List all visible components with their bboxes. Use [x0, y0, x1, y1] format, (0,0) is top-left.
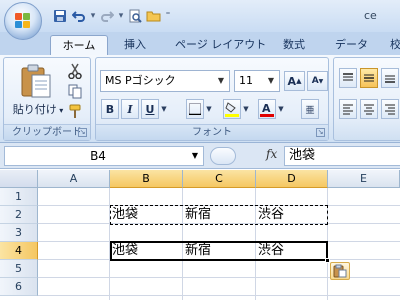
redo-icon[interactable]: [99, 8, 115, 24]
office-logo-icon: [15, 13, 31, 29]
alignment-group: [333, 57, 400, 141]
copy-icon[interactable]: [66, 82, 84, 100]
tab-page-layout[interactable]: ページ レイアウト: [175, 35, 266, 55]
dropdown-arrow-icon[interactable]: ▾: [118, 11, 124, 21]
paste-options-icon: [333, 264, 347, 278]
dialog-launcher-icon[interactable]: ↘: [78, 128, 87, 137]
underline-dropdown-icon[interactable]: ▼: [160, 99, 168, 119]
row-header-5[interactable]: 5: [0, 260, 38, 278]
open-folder-icon[interactable]: [146, 8, 162, 24]
row-header-4[interactable]: 4: [0, 242, 38, 260]
align-right-icon: [385, 104, 395, 115]
chevron-down-icon: ▼: [267, 76, 275, 85]
column-header-a[interactable]: A: [38, 170, 110, 188]
borders-button[interactable]: [186, 99, 204, 119]
fill-color-dropdown-icon[interactable]: ▼: [242, 99, 250, 119]
select-all-corner[interactable]: [0, 170, 38, 188]
italic-button[interactable]: I: [121, 99, 139, 119]
align-left-icon: [343, 104, 353, 115]
format-painter-icon[interactable]: [66, 102, 84, 120]
save-icon[interactable]: [52, 8, 68, 24]
align-center-icon: [364, 104, 374, 115]
align-middle-button[interactable]: [360, 68, 378, 88]
customize-qat-icon[interactable]: ⁼: [165, 11, 171, 21]
formula-bar-splitter[interactable]: [210, 147, 236, 165]
cut-icon[interactable]: [66, 62, 84, 80]
fill-color-button[interactable]: [223, 99, 241, 119]
tab-formulas[interactable]: 数式: [283, 35, 305, 55]
phonetic-guide-button[interactable]: 亜: [301, 99, 319, 119]
font-color-icon: A: [260, 102, 274, 117]
column-header-e[interactable]: E: [328, 170, 400, 188]
font-color-dropdown-icon[interactable]: ▼: [277, 99, 285, 119]
gridline: [38, 295, 400, 296]
align-top-button[interactable]: [339, 68, 357, 88]
dropdown-arrow-icon[interactable]: ▾: [90, 11, 96, 21]
align-top-icon: [343, 73, 353, 81]
tab-data[interactable]: データ: [335, 35, 368, 55]
formula-bar: B4 ▼ fx 池袋: [0, 143, 400, 169]
chevron-down-icon[interactable]: ▼: [189, 147, 201, 165]
print-preview-icon[interactable]: [127, 8, 143, 24]
ribbon: 貼り付け ▾ クリップボード ↘ MS Pゴシック ▼ 11 ▼ A ▲ A ▼ B…: [0, 55, 400, 143]
column-header-c[interactable]: C: [183, 170, 256, 188]
undo-icon[interactable]: [71, 8, 87, 24]
paste-label: 貼り付け ▾: [12, 103, 64, 116]
paste-button[interactable]: 貼り付け ▾: [10, 61, 63, 117]
column-header-d[interactable]: D: [256, 170, 328, 188]
office-button[interactable]: [4, 2, 42, 40]
align-bottom-button[interactable]: [381, 68, 399, 88]
borders-dropdown-icon[interactable]: ▼: [205, 99, 213, 119]
row-header-2[interactable]: 2: [0, 206, 38, 224]
selection-range: [110, 241, 328, 261]
formula-input[interactable]: 池袋: [284, 146, 400, 166]
font-group: MS Pゴシック ▼ 11 ▼ A ▲ A ▼ B I U ▼ ▼ ▼ A ▼ 亜 …: [95, 57, 329, 141]
shrink-font-button[interactable]: A ▼: [307, 71, 328, 91]
title-bar: ▾ ▾ ⁼ ce: [0, 0, 400, 40]
row-header-3[interactable]: 3: [0, 224, 38, 242]
tab-home[interactable]: ホーム: [50, 35, 108, 55]
quick-access-toolbar: ▾ ▾ ⁼: [52, 8, 171, 24]
align-left-button[interactable]: [339, 99, 357, 119]
paste-options-button[interactable]: [330, 262, 350, 280]
underline-button[interactable]: U: [141, 99, 159, 119]
align-center-button[interactable]: [360, 99, 378, 119]
window-title: ce: [364, 9, 377, 22]
fill-bucket-icon: [225, 102, 239, 117]
font-name-value: MS Pゴシック: [105, 74, 176, 87]
font-size-combo[interactable]: 11 ▼: [234, 70, 280, 92]
font-color-button[interactable]: A: [258, 99, 276, 119]
grow-font-button[interactable]: A ▲: [284, 71, 305, 91]
font-size-value: 11: [239, 74, 253, 87]
ribbon-tabs: ホーム 挿入 ページ レイアウト 数式 データ 校: [0, 32, 400, 55]
row-header-1[interactable]: 1: [0, 188, 38, 206]
row-header-6[interactable]: 6: [0, 278, 38, 296]
name-box-value: B4: [90, 149, 106, 163]
name-box[interactable]: B4 ▼: [4, 146, 204, 166]
font-name-combo[interactable]: MS Pゴシック ▼: [100, 70, 230, 92]
dialog-launcher-icon[interactable]: ↘: [316, 128, 325, 137]
align-right-button[interactable]: [381, 99, 399, 119]
copy-marquee: [110, 205, 328, 225]
tab-review[interactable]: 校: [390, 35, 400, 55]
bold-button[interactable]: B: [101, 99, 119, 119]
tab-insert[interactable]: 挿入: [124, 35, 146, 55]
insert-function-icon[interactable]: fx: [266, 147, 277, 161]
worksheet-grid[interactable]: A B C D E 1 2 3 4 5 6 池袋 新宿 渋谷 池袋 新宿 渋谷: [0, 170, 400, 300]
svg-text:A: A: [262, 102, 271, 115]
align-middle-icon: [364, 74, 374, 82]
font-group-label: フォント: [96, 124, 328, 140]
column-header-b[interactable]: B: [110, 170, 183, 188]
paste-icon: [21, 64, 51, 98]
borders-icon: [189, 103, 201, 115]
chevron-down-icon: ▼: [217, 76, 225, 85]
clipboard-group: 貼り付け ▾ クリップボード ↘: [3, 57, 91, 141]
align-bottom-icon: [385, 75, 395, 83]
